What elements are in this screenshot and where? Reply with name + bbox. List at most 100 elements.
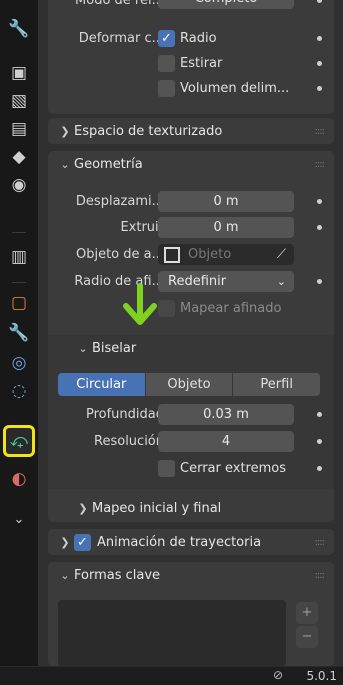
animate-dot[interactable] [317,466,322,471]
panel-title: Animación de trayectoria [97,534,262,550]
modo-row: Modo de rel... Completo [48,0,334,12]
tool-icon[interactable]: 🔧 [6,16,32,42]
panel-header[interactable]: ❯ ✓ Animación de trayectoria :::: [48,529,334,555]
animate-dot[interactable] [317,279,322,284]
panel-title: Geometría [74,156,143,172]
version-label: 5.0.1 [306,669,337,683]
objeto-placeholder: Objeto [188,247,232,262]
profundidad-label: Profundidad [85,407,164,422]
remove-icon[interactable]: − [296,626,318,648]
drag-handle-icon[interactable]: :::: [315,126,326,137]
deformar-row: Deformar c... ✓ Radio [48,28,334,50]
objeto-field[interactable]: Objeto ⟋ [158,244,294,265]
properties-editor: Modo de rel... Completo Deformar c... ✓ … [38,0,343,666]
world-icon[interactable]: ◉ [6,172,32,198]
curve-data-icon[interactable]: ⤽ [3,425,35,457]
animate-dot[interactable] [317,225,322,230]
panel-title: Formas clave [74,567,161,583]
cerrar-checkbox[interactable] [158,460,175,477]
animate-dot[interactable] [317,36,322,41]
resolucion-row: Resolución 4 [48,431,334,453]
animate-dot[interactable] [317,439,322,444]
volumen-row: Volumen delim... [48,78,334,100]
modo-dropdown[interactable]: Completo [158,0,294,9]
texturizado-panel[interactable]: ❯ Espacio de texturizado :::: [48,118,334,144]
animate-dot[interactable] [317,61,322,66]
bevel-mode-tabs: Circular Objeto Perfil [58,373,321,396]
profundidad-field[interactable]: 0.03 m [158,404,294,425]
mapear-row: Mapear afinado [48,298,334,320]
cerrar-label: Cerrar extremos [180,461,286,476]
drag-handle-icon[interactable]: :::: [315,570,326,581]
panel-header[interactable]: ❯ Espacio de texturizado :::: [48,118,334,144]
animate-dot[interactable] [317,199,322,204]
geometria-panel: ⌄ Geometría :::: Desplazami... 0 m Extru… [48,151,334,522]
volumen-checkbox[interactable] [158,80,175,97]
chevron-down-icon: ⌄ [60,568,70,582]
physics-icon[interactable]: ◌ [6,378,32,404]
radio-label: Radio [180,31,217,46]
drag-handle-icon[interactable]: :::: [315,159,326,170]
mapeo-header[interactable]: ❯ Mapeo inicial y final [66,495,343,521]
modifier-icon[interactable]: 🔧 [6,320,32,346]
cerrar-row: Cerrar extremos [48,458,334,480]
radio-checkbox[interactable]: ✓ [158,30,175,47]
chevron-down-icon: ⌄ [276,275,286,288]
resolucion-field[interactable]: 4 [158,431,294,452]
desplazamiento-field[interactable]: 0 m [158,191,294,212]
chevron-right-icon: ❯ [60,124,70,138]
mapear-label: Mapear afinado [180,301,282,316]
shape-keys-list[interactable] [58,600,286,666]
animate-dot[interactable] [317,412,322,417]
subpanel-title: Mapeo inicial y final [92,500,222,516]
desplazamiento-row: Desplazami... 0 m [48,191,334,213]
chevron-down-icon: ⌄ [60,157,70,171]
tab-circular[interactable]: Circular [58,373,145,396]
view-layer-icon[interactable]: ▤ [6,116,32,142]
tab-perfil[interactable]: Perfil [233,373,321,396]
network-icon: ⊘ [272,668,283,682]
objeto-row: Objeto de a... Objeto ⟋ [48,244,334,266]
chevron-right-icon: ❯ [60,535,70,549]
modo-label: Modo de rel... [75,0,164,8]
subpanel-header[interactable]: ⌄ Biselar [66,335,343,361]
material-icon[interactable]: ◐ [6,466,32,492]
annotation-arrow-icon [123,283,157,325]
more-icon[interactable]: ⌄ [6,506,32,532]
volumen-label: Volumen delim... [180,81,290,96]
output-icon[interactable]: ▧ [6,88,32,114]
status-bar: ⊘ 5.0.1 [0,666,343,685]
animacion-checkbox[interactable]: ✓ [74,533,91,551]
drag-handle-icon[interactable]: :::: [315,537,326,548]
estirar-checkbox[interactable] [158,55,175,72]
radio-afinado-value: Redefinir [168,274,227,289]
mapear-checkbox[interactable] [158,300,175,317]
add-icon[interactable]: + [296,602,318,624]
resolucion-label: Resolución [94,434,164,449]
radio-afinado-row: Radio de afi... Redefinir ⌄ [48,271,334,293]
collection-icon[interactable]: ▥ [6,244,32,270]
object-icon[interactable]: ▢ [6,290,32,316]
panel-header[interactable]: ⌄ Formas clave :::: [48,562,334,588]
chevron-down-icon: ⌄ [78,341,88,355]
properties-sidebar: 🔧 ▣ ▧ ▤ ◆ ◉ ▥ ▢ 🔧 ◎ ◌ ⤽ ◐ ⌄ [0,0,38,666]
scene-icon[interactable]: ◆ [6,144,32,170]
radio-afinado-dropdown[interactable]: Redefinir ⌄ [158,271,294,292]
panel-title: Espacio de texturizado [74,123,223,139]
subpanel-title: Biselar [92,340,137,356]
animate-dot[interactable] [317,0,322,3]
eyedropper-icon[interactable]: ⟋ [277,244,286,265]
profundidad-row: Profundidad 0.03 m [48,404,334,426]
extruir-field[interactable]: 0 m [158,217,294,238]
shape-panel: Modo de rel... Completo Deformar c... ✓ … [48,0,334,114]
tab-objeto[interactable]: Objeto [145,373,233,396]
desplazamiento-label: Desplazami... [75,194,164,209]
deformar-label: Deformar c... [78,31,164,46]
extruir-row: Extruir 0 m [48,217,334,239]
particles-icon[interactable]: ◎ [6,350,32,376]
animacion-panel[interactable]: ❯ ✓ Animación de trayectoria :::: [48,529,334,555]
render-icon[interactable]: ▣ [6,60,32,86]
animate-dot[interactable] [317,86,322,91]
estirar-label: Estirar [180,56,223,71]
panel-header[interactable]: ⌄ Geometría :::: [48,151,334,177]
